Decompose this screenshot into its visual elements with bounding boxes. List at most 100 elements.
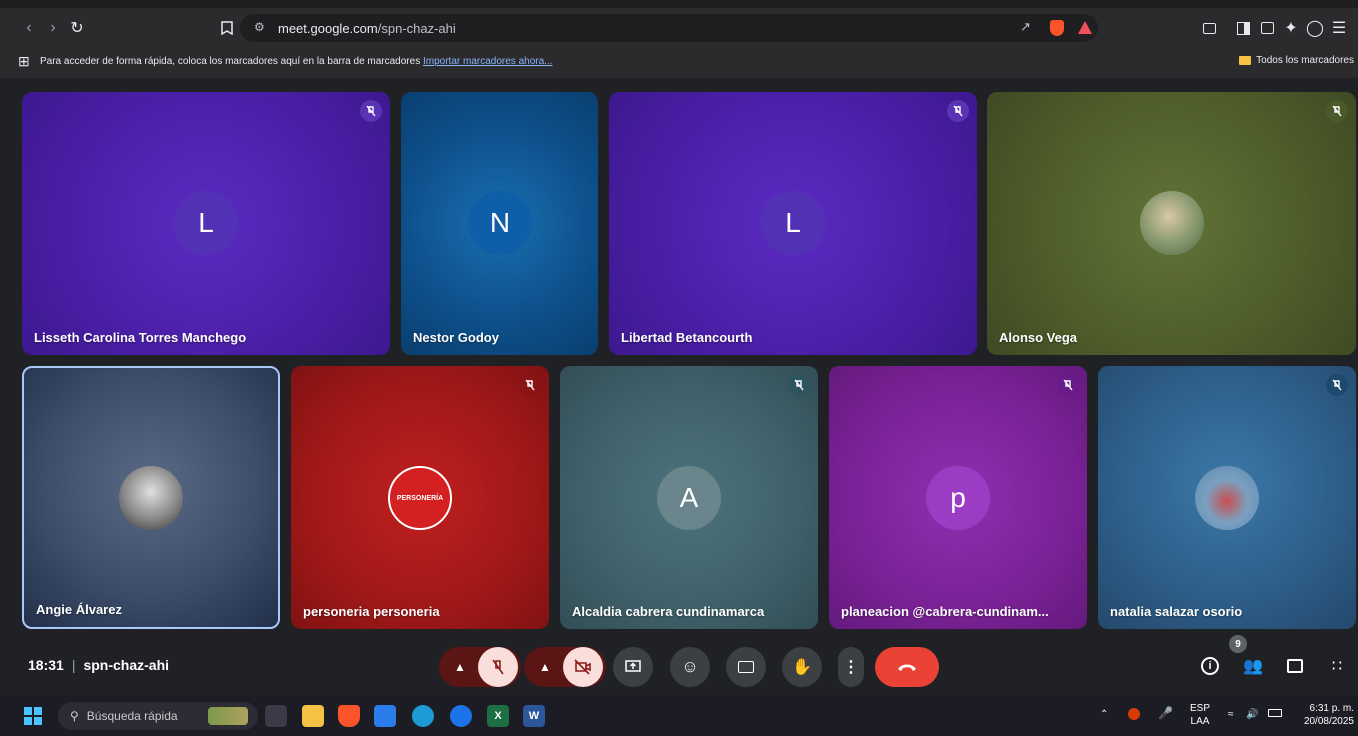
meet-grid: L Lisseth Carolina Torres Manchego N Nes… — [0, 78, 1358, 696]
participant-tile[interactable]: Angie Álvarez — [22, 366, 280, 629]
chat-button[interactable] — [1280, 651, 1310, 681]
profile-photo — [1140, 191, 1204, 255]
meeting-time: 18:31 — [28, 657, 64, 673]
profile-photo — [119, 466, 183, 530]
apps-grid-icon: ∷ — [1331, 658, 1343, 675]
bookmarks-message: Para acceder de forma rápida, coloca los… — [40, 56, 553, 67]
reactions-button[interactable]: ☺ — [670, 647, 710, 687]
meeting-details-button[interactable]: i — [1195, 651, 1225, 681]
sidebar-icon[interactable] — [1232, 17, 1254, 39]
participant-name: Alonso Vega — [999, 330, 1078, 345]
excel-icon[interactable]: X — [487, 705, 509, 727]
mic-off-icon — [492, 659, 504, 675]
edge-icon[interactable] — [412, 705, 434, 727]
network-alert-icon[interactable] — [1128, 708, 1140, 724]
participant-tile[interactable]: Alonso Vega — [987, 92, 1356, 355]
clock[interactable]: 6:31 p. m. 20/08/2025 — [1290, 702, 1354, 728]
microphone-icon[interactable]: 🎤 — [1158, 707, 1173, 720]
url-text: meet.google.com/spn-chaz-ahi — [278, 20, 456, 36]
brave-shield-icon[interactable] — [1050, 20, 1064, 36]
taskbar: ⚲ Búsqueda rápida X W ⌃ 🎤 ESP LAA ≈ 🔊 6:… — [0, 696, 1358, 736]
participant-tile[interactable]: A Alcaldia cabrera cundinamarca — [560, 366, 818, 629]
participant-tile[interactable]: natalia salazar osorio — [1098, 366, 1356, 629]
leave-call-button[interactable] — [875, 647, 939, 687]
browser-app-icon[interactable] — [450, 705, 472, 727]
back-icon[interactable]: ‹ — [18, 17, 40, 39]
volume-icon[interactable]: 🔊 — [1246, 708, 1258, 721]
camera-toggle-button[interactable] — [563, 647, 603, 687]
profile-photo — [1195, 466, 1259, 530]
participant-name: Nestor Godoy — [413, 330, 499, 345]
avatar: L — [174, 191, 238, 255]
search-highlight-icon — [208, 707, 248, 725]
end-call-icon — [898, 664, 916, 671]
more-options-button[interactable]: ⋮ — [838, 647, 864, 687]
bookmark-icon[interactable] — [216, 17, 238, 39]
captions-button[interactable] — [726, 647, 766, 687]
task-view-icon[interactable] — [265, 705, 287, 727]
people-button[interactable]: 👥 — [1238, 651, 1268, 681]
mic-off-icon — [788, 374, 810, 396]
chevron-up-icon[interactable]: ⌃ — [1100, 708, 1108, 721]
wifi-icon[interactable]: ≈ — [1228, 708, 1234, 721]
mic-off-icon — [947, 100, 969, 122]
people-icon: 👥 — [1243, 658, 1263, 675]
apps-grid-icon[interactable]: ⊞ — [18, 53, 30, 70]
start-icon[interactable] — [22, 705, 44, 727]
brave-rewards-icon[interactable] — [1078, 21, 1092, 34]
present-button[interactable] — [613, 647, 653, 687]
browser-toolbar: ‹ › ↻ ⚙ meet.google.com/spn-chaz-ahi ↗ ✦… — [0, 8, 1358, 48]
camera-off-icon — [574, 659, 591, 675]
participant-name: Libertad Betancourth — [621, 330, 753, 345]
share-icon[interactable]: ↗ — [1020, 19, 1031, 35]
participant-tile[interactable]: L Libertad Betancourth — [609, 92, 977, 355]
mic-off-icon — [519, 374, 541, 396]
reload-icon[interactable]: ↻ — [66, 17, 88, 39]
emoji-icon: ☺ — [681, 657, 699, 676]
participant-name: natalia salazar osorio — [1110, 604, 1243, 619]
activities-button[interactable]: ∷ — [1322, 651, 1352, 681]
participant-name: planeacion @cabrera-cundinam... — [841, 604, 1049, 619]
more-vert-icon: ⋮ — [843, 659, 859, 676]
battery-icon[interactable] — [1268, 708, 1282, 721]
avatar: p — [926, 466, 990, 530]
participant-tile[interactable]: N Nestor Godoy — [401, 92, 598, 355]
folder-icon — [1239, 56, 1252, 65]
audio-control-group: ▲ — [439, 647, 521, 687]
avatar: N — [468, 191, 532, 255]
raise-hand-button[interactable]: ✋ — [782, 647, 822, 687]
cast-icon[interactable] — [1198, 17, 1220, 39]
mic-off-icon — [1326, 100, 1348, 122]
mic-toggle-button[interactable] — [478, 647, 518, 687]
file-explorer-icon[interactable] — [302, 705, 324, 727]
meeting-code: spn-chaz-ahi — [83, 657, 170, 673]
brave-icon[interactable] — [338, 705, 360, 727]
store-icon[interactable] — [374, 705, 396, 727]
participant-tile[interactable]: L Lisseth Carolina Torres Manchego — [22, 92, 390, 355]
language-indicator[interactable]: ESP LAA — [1190, 702, 1210, 728]
search-icon: ⚲ — [70, 709, 79, 723]
mic-off-icon — [1057, 374, 1079, 396]
leo-icon[interactable]: ✦ — [1280, 17, 1302, 39]
participant-name: Alcaldia cabrera cundinamarca — [572, 604, 765, 619]
address-bar[interactable]: ⚙ meet.google.com/spn-chaz-ahi ↗ — [240, 14, 1098, 42]
all-bookmarks-button[interactable]: Todos los marcadores — [1239, 55, 1354, 66]
participant-tile[interactable]: p planeacion @cabrera-cundinam... — [829, 366, 1087, 629]
avatar: L — [761, 191, 825, 255]
vpn-icon[interactable]: ◯ — [1304, 17, 1326, 39]
menu-icon[interactable]: ☰ — [1328, 17, 1350, 39]
audio-options-button[interactable]: ▲ — [442, 660, 478, 674]
video-options-button[interactable]: ▲ — [527, 660, 563, 674]
word-icon[interactable]: W — [523, 705, 545, 727]
participant-name: Angie Álvarez — [36, 602, 122, 617]
info-icon: i — [1201, 657, 1219, 675]
hand-icon: ✋ — [792, 659, 812, 676]
personeria-logo: PERSONERÍA — [388, 466, 452, 530]
participant-tile[interactable]: PERSONERÍA personeria personeria — [291, 366, 549, 629]
taskbar-search[interactable]: ⚲ Búsqueda rápida — [58, 702, 258, 730]
avatar: A — [657, 466, 721, 530]
import-bookmarks-link[interactable]: Importar marcadores ahora... — [423, 56, 553, 67]
site-settings-icon[interactable]: ⚙ — [254, 20, 265, 34]
wallet-icon[interactable] — [1256, 17, 1278, 39]
forward-icon[interactable]: › — [42, 17, 64, 39]
